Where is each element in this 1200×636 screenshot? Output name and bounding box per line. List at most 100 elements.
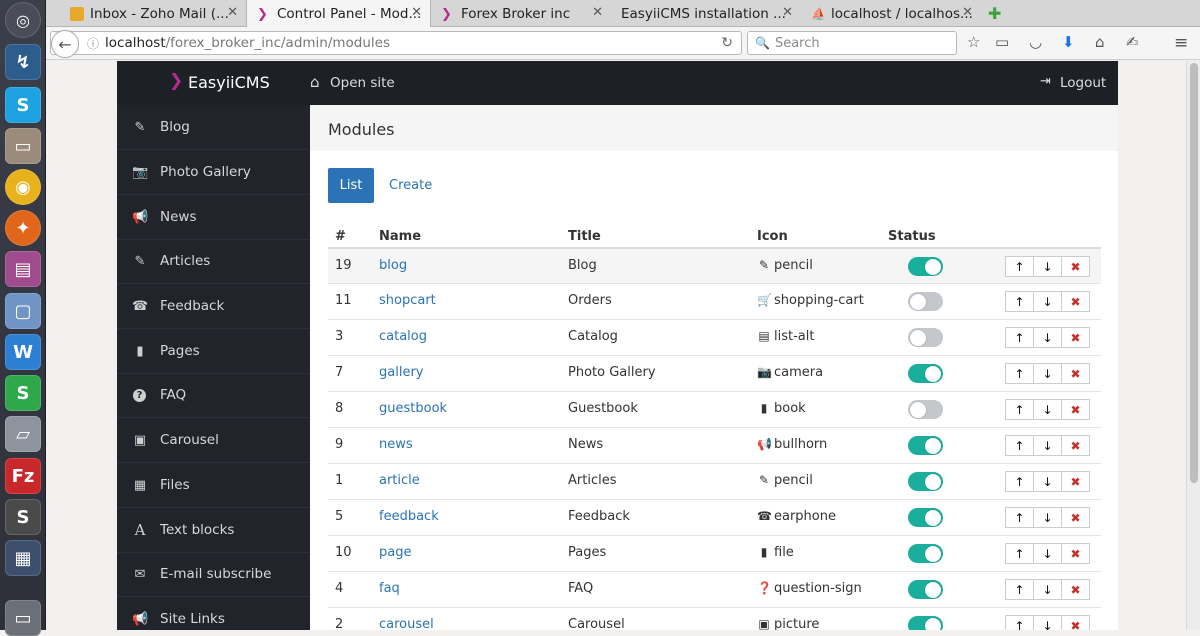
tab-forex-broker[interactable]: ❯ Forex Broker inc ✕: [431, 0, 611, 27]
new-tab-button[interactable]: ✚: [984, 0, 1014, 27]
download-icon[interactable]: ⬇: [1062, 33, 1075, 51]
sidebar-item-carousel[interactable]: ▣ Carousel: [117, 418, 310, 463]
wps-writer-icon[interactable]: W: [5, 334, 41, 370]
page-scrollbar[interactable]: [1186, 61, 1200, 630]
move-up-button[interactable]: ↑: [1005, 256, 1034, 277]
extension-icon[interactable]: ✍: [1126, 33, 1139, 51]
url-bar[interactable]: ← ⓘ localhost/forex_broker_inc/admin/mod…: [50, 30, 742, 58]
skype-icon[interactable]: S: [5, 87, 41, 123]
move-down-button[interactable]: ↓: [1033, 363, 1062, 384]
home-icon[interactable]: ⌂: [1095, 33, 1105, 51]
firefox-icon[interactable]: ✦: [5, 210, 41, 246]
move-up-button[interactable]: ↑: [1005, 615, 1034, 630]
row-name-link[interactable]: catalog: [379, 329, 427, 344]
search-input[interactable]: 🔍 Search: [747, 31, 957, 55]
sidebar-item-feedback[interactable]: ☎ Feedback: [117, 284, 310, 329]
bookmark-star-icon[interactable]: ☆: [967, 33, 980, 51]
move-down-button[interactable]: ↓: [1033, 507, 1062, 528]
sidebar-item-email-subscribe[interactable]: ✉ E-mail subscribe: [117, 552, 310, 597]
close-icon[interactable]: ✕: [592, 5, 603, 20]
filezilla-icon[interactable]: Fz: [5, 458, 41, 494]
column-header-title[interactable]: Title: [568, 229, 601, 244]
trash-icon[interactable]: ▭: [5, 600, 41, 636]
row-name-link[interactable]: news: [379, 437, 413, 452]
sidebar-item-files[interactable]: ▦ Files: [117, 463, 310, 508]
row-name-link[interactable]: gallery: [379, 365, 423, 380]
tab-control-panel[interactable]: ❯ Control Panel - Mod... ✕: [246, 0, 431, 27]
status-toggle[interactable]: [908, 328, 943, 347]
scrollbar-thumb[interactable]: [1190, 63, 1198, 483]
move-up-button[interactable]: ↑: [1005, 327, 1034, 348]
move-down-button[interactable]: ↓: [1033, 327, 1062, 348]
pocket-icon[interactable]: ◡: [1029, 33, 1042, 51]
sidebar-item-faq[interactable]: ? FAQ: [117, 373, 310, 418]
network-tool-icon[interactable]: ↯: [5, 44, 41, 80]
row-name-link[interactable]: article: [379, 473, 420, 488]
status-toggle[interactable]: [908, 292, 943, 311]
sidebar-item-photo-gallery[interactable]: 📷 Photo Gallery: [117, 150, 310, 195]
bookmarks-menu-icon[interactable]: ▭: [995, 33, 1009, 51]
row-name-link[interactable]: blog: [379, 258, 407, 273]
move-up-button[interactable]: ↑: [1005, 363, 1034, 384]
ubuntu-dash-icon[interactable]: ◎: [5, 2, 41, 38]
delete-button[interactable]: ✖: [1061, 291, 1090, 312]
move-down-button[interactable]: ↓: [1033, 615, 1062, 630]
file-manager-icon[interactable]: ▭: [5, 128, 41, 164]
status-toggle[interactable]: [908, 472, 943, 491]
status-toggle[interactable]: [908, 436, 943, 455]
sidebar-item-pages[interactable]: ▮ Pages: [117, 329, 310, 374]
row-name-link[interactable]: faq: [379, 581, 400, 596]
move-down-button[interactable]: ↓: [1033, 579, 1062, 600]
delete-button[interactable]: ✖: [1061, 507, 1090, 528]
delete-button[interactable]: ✖: [1061, 435, 1090, 456]
delete-button[interactable]: ✖: [1061, 615, 1090, 630]
reload-icon[interactable]: ↻: [721, 35, 733, 51]
move-up-button[interactable]: ↑: [1005, 435, 1034, 456]
back-button[interactable]: ←: [51, 30, 79, 58]
delete-button[interactable]: ✖: [1061, 579, 1090, 600]
delete-button[interactable]: ✖: [1061, 471, 1090, 492]
move-up-button[interactable]: ↑: [1005, 471, 1034, 492]
sidebar-item-blog[interactable]: ✎ Blog: [117, 105, 310, 150]
sidebar-item-articles[interactable]: ✎ Articles: [117, 239, 310, 284]
tab-list[interactable]: List: [328, 168, 374, 203]
logout-link[interactable]: Logout: [1060, 75, 1106, 91]
delete-button[interactable]: ✖: [1061, 399, 1090, 420]
delete-button[interactable]: ✖: [1061, 256, 1090, 277]
column-header-name[interactable]: Name: [379, 229, 421, 244]
move-down-button[interactable]: ↓: [1033, 399, 1062, 420]
status-toggle[interactable]: [908, 616, 943, 630]
row-name-link[interactable]: carousel: [379, 617, 434, 630]
row-name-link[interactable]: feedback: [379, 509, 439, 524]
status-toggle[interactable]: [908, 400, 943, 419]
move-down-button[interactable]: ↓: [1033, 471, 1062, 492]
status-toggle[interactable]: [908, 544, 943, 563]
close-icon[interactable]: ✕: [962, 5, 973, 20]
tab-easyiicms-installation[interactable]: EasyiiCMS installation ... ✕: [611, 0, 801, 27]
status-toggle[interactable]: [908, 580, 943, 599]
close-icon[interactable]: ✕: [411, 5, 422, 20]
tab-zoho-mail[interactable]: Inbox - Zoho Mail (... ✕: [60, 0, 246, 27]
close-icon[interactable]: ✕: [782, 5, 793, 20]
close-icon[interactable]: ✕: [227, 5, 238, 20]
open-site-link[interactable]: Open site: [330, 75, 395, 91]
delete-button[interactable]: ✖: [1061, 327, 1090, 348]
sidebar-item-text-blocks[interactable]: A Text blocks: [117, 508, 310, 553]
status-toggle[interactable]: [908, 257, 943, 276]
wps-spreadsheet-icon[interactable]: S: [5, 375, 41, 411]
chrome-icon[interactable]: ◉: [5, 169, 41, 205]
move-down-button[interactable]: ↓: [1033, 543, 1062, 564]
brand-name[interactable]: EasyiiCMS: [188, 73, 270, 92]
tab-create[interactable]: Create: [389, 168, 432, 203]
move-down-button[interactable]: ↓: [1033, 435, 1062, 456]
virtualbox-icon[interactable]: ▢: [5, 293, 41, 329]
move-down-button[interactable]: ↓: [1033, 256, 1062, 277]
delete-button[interactable]: ✖: [1061, 363, 1090, 384]
tab-phpmyadmin[interactable]: ⛵ localhost / localhos... ✕: [801, 0, 981, 27]
status-toggle[interactable]: [908, 508, 943, 527]
move-up-button[interactable]: ↑: [1005, 399, 1034, 420]
window-app-icon[interactable]: ▤: [5, 251, 41, 287]
menu-icon[interactable]: ≡: [1174, 33, 1188, 53]
row-name-link[interactable]: guestbook: [379, 401, 447, 416]
sidebar-item-site-links[interactable]: 📢 Site Links: [117, 597, 310, 630]
